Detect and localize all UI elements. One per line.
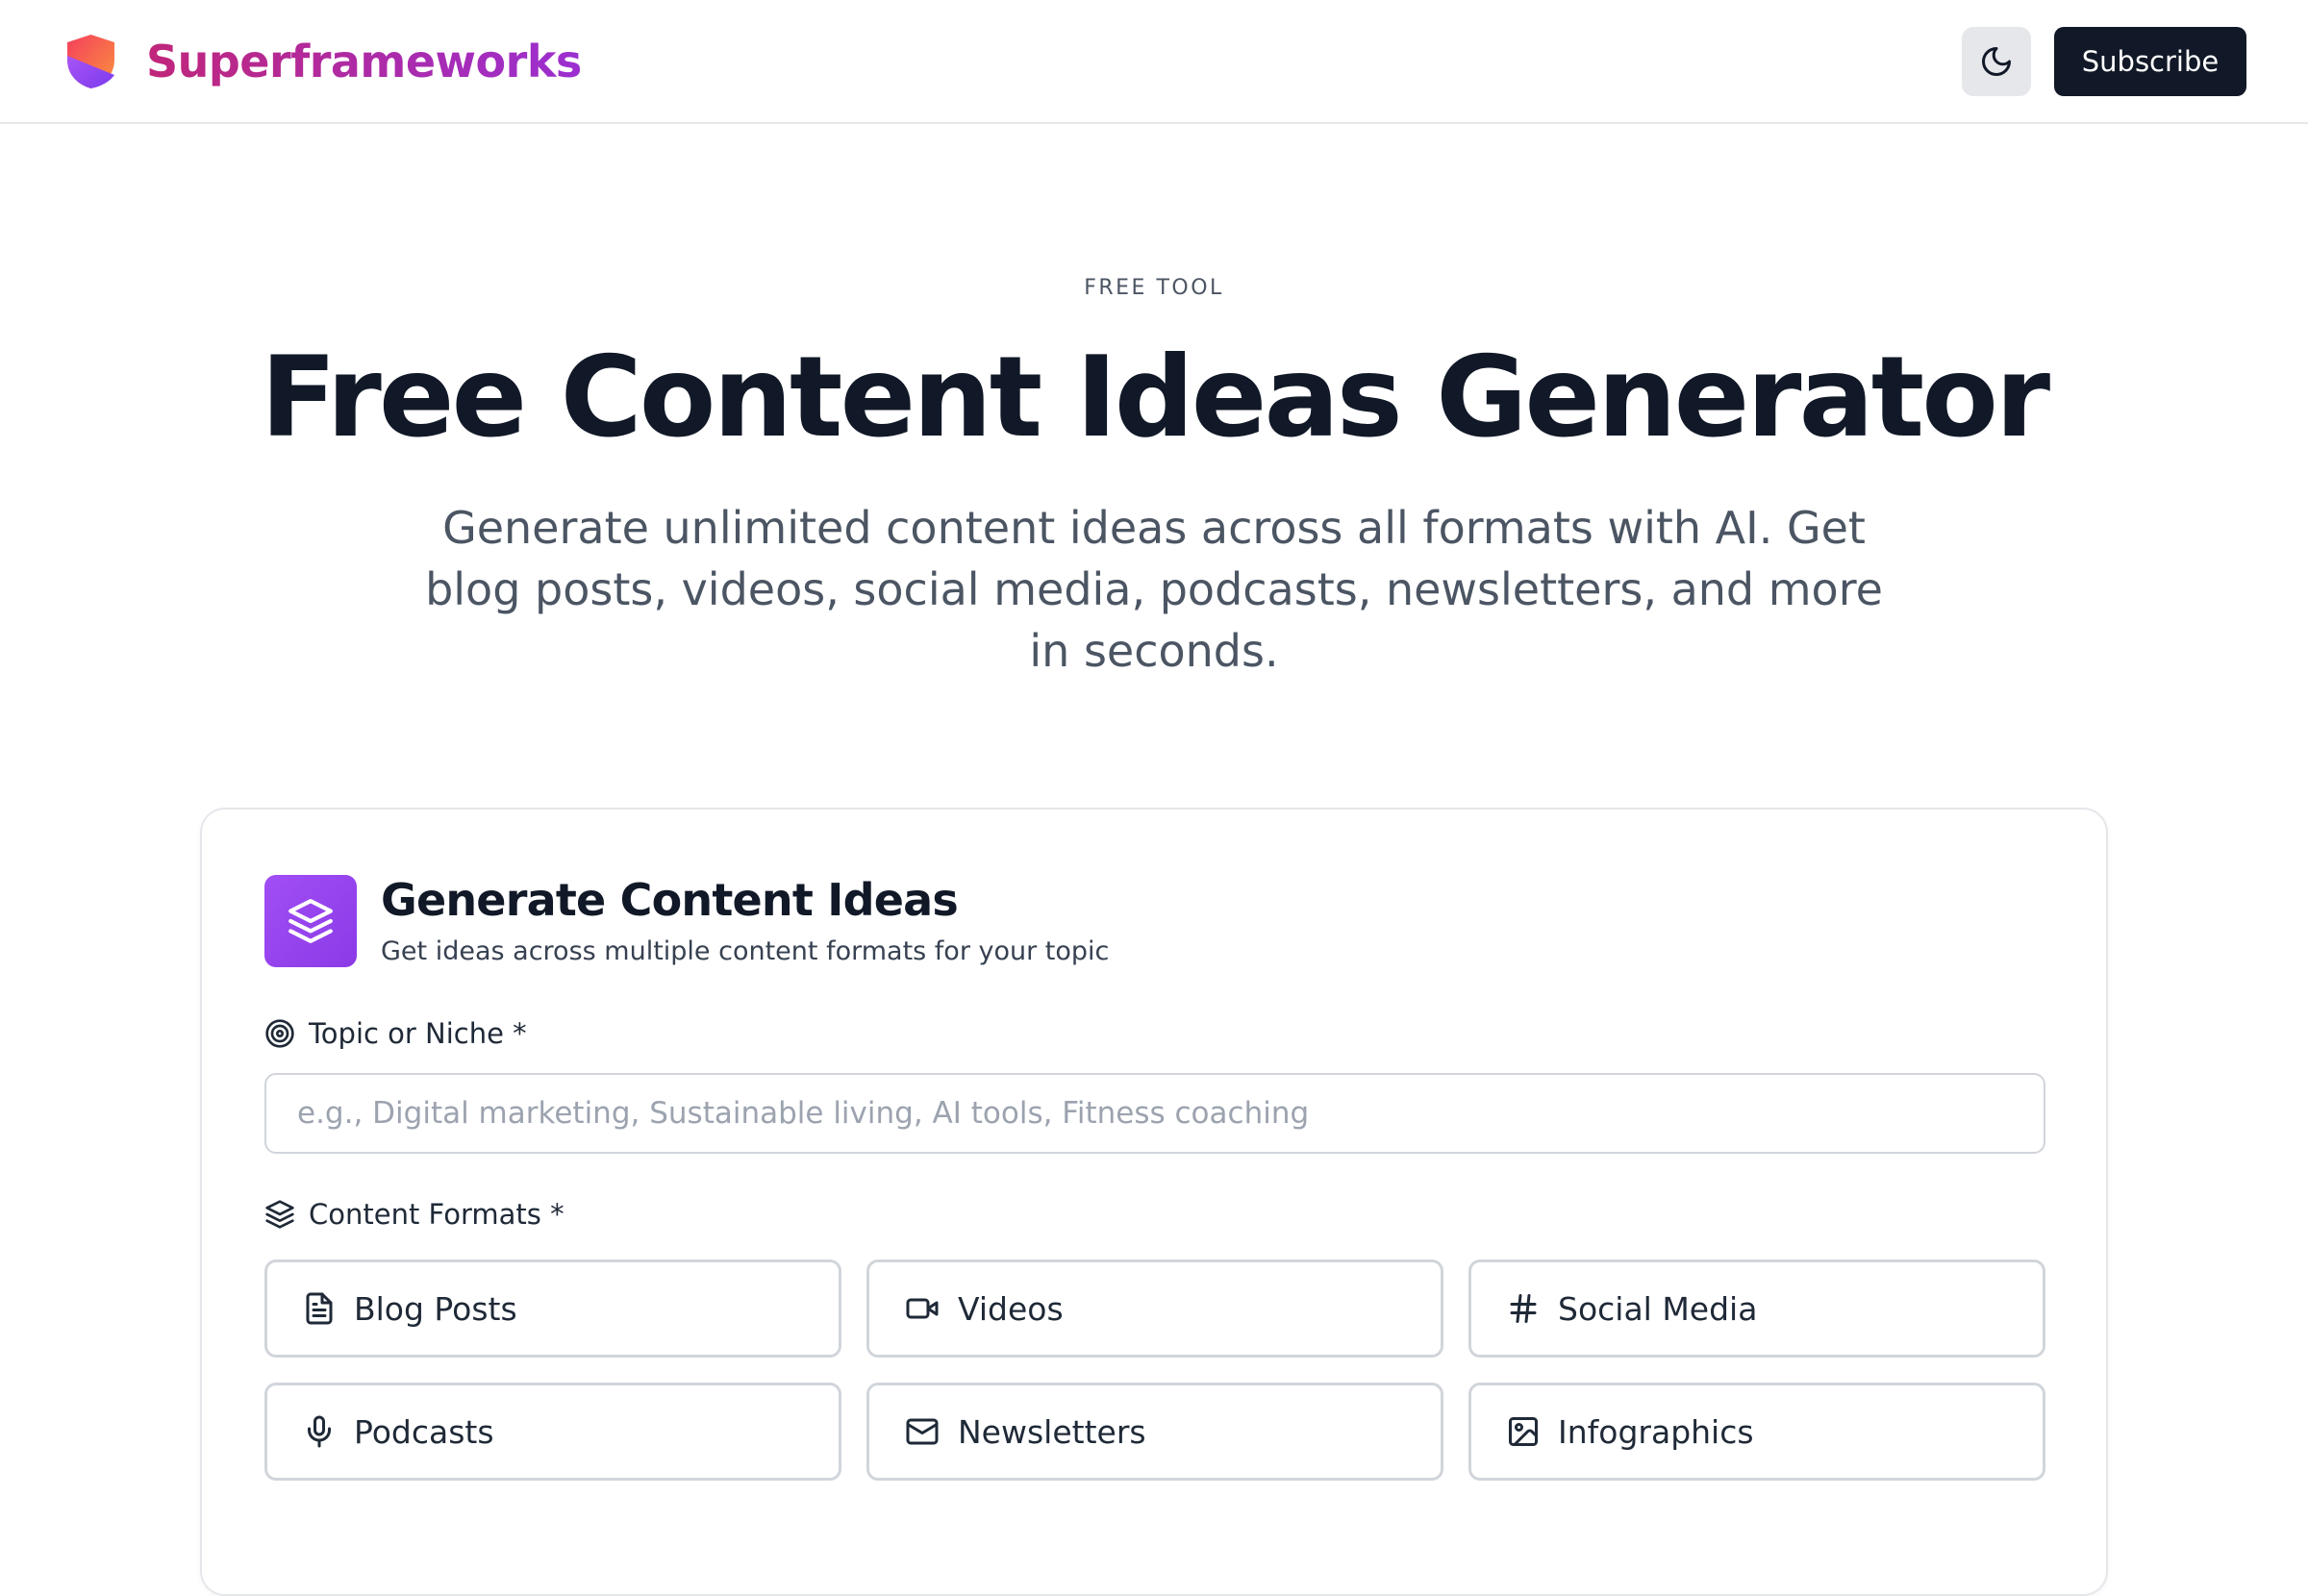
format-option-label: Videos xyxy=(958,1289,1064,1328)
format-option-label: Infographics xyxy=(1558,1412,1754,1451)
formats-label-text: Content Formats * xyxy=(309,1198,564,1231)
format-option-newsletters[interactable]: Newsletters xyxy=(866,1383,1443,1481)
mic-icon xyxy=(308,1415,331,1448)
hash-icon xyxy=(1510,1294,1537,1323)
site-header: Superframeworks Subscribe xyxy=(0,0,2308,124)
layers-icon xyxy=(288,899,333,943)
format-option-videos[interactable]: Videos xyxy=(866,1259,1443,1358)
topic-label-text: Topic or Niche * xyxy=(309,1017,527,1050)
format-options: Blog Posts Videos Social Media Podcasts … xyxy=(264,1259,2045,1481)
format-option-label: Newsletters xyxy=(958,1412,1146,1451)
target-icon xyxy=(265,1019,294,1048)
page-title: Free Content Ideas Generator xyxy=(260,333,2050,462)
video-icon xyxy=(906,1298,939,1319)
format-option-label: Social Media xyxy=(1558,1289,1758,1328)
file-text-icon xyxy=(306,1292,333,1325)
formats-label: Content Formats * xyxy=(264,1198,564,1231)
card-subtitle: Get ideas across multiple content format… xyxy=(381,936,1110,966)
format-option-label: Blog Posts xyxy=(354,1289,517,1328)
theme-toggle-button[interactable] xyxy=(1962,27,2031,96)
format-option-infographics[interactable]: Infographics xyxy=(1468,1383,2045,1481)
brand-name: Superframeworks xyxy=(146,33,582,90)
format-option-label: Podcasts xyxy=(354,1412,494,1451)
card-icon-tile xyxy=(264,875,357,967)
brand-link[interactable]: Superframeworks xyxy=(64,33,582,90)
mail-icon xyxy=(906,1418,939,1445)
moon-icon xyxy=(1982,47,2011,76)
generator-card: Generate Content Ideas Get ideas across … xyxy=(200,808,2108,1596)
subscribe-button[interactable]: Subscribe xyxy=(2054,27,2246,96)
image-icon xyxy=(1509,1417,1538,1446)
card-title: Generate Content Ideas xyxy=(381,874,959,926)
shield-logo-icon xyxy=(67,35,114,88)
topic-label: Topic or Niche * xyxy=(264,1017,527,1050)
hero-subtitle: Generate unlimited content ideas across … xyxy=(425,502,1883,677)
format-option-blog-posts[interactable]: Blog Posts xyxy=(264,1259,841,1358)
format-option-podcasts[interactable]: Podcasts xyxy=(264,1383,841,1481)
layers-icon xyxy=(265,1200,294,1229)
topic-input[interactable] xyxy=(264,1073,2045,1154)
hero-eyebrow: FREE TOOL xyxy=(1084,276,1224,300)
format-option-social-media[interactable]: Social Media xyxy=(1468,1259,2045,1358)
